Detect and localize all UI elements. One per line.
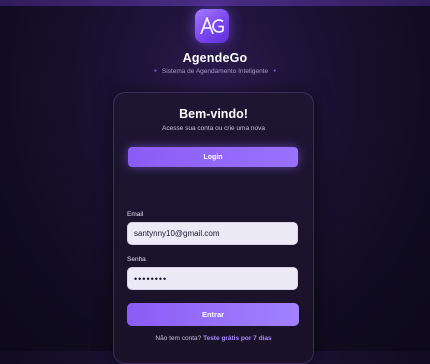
signup-text: Não tem conta? <box>155 335 202 342</box>
app-name: AgendeGo <box>182 51 248 65</box>
login-card: Bem-vindo! Acesse sua conta ou crie uma … <box>113 92 314 364</box>
password-field[interactable] <box>127 267 298 290</box>
password-label: Senha <box>127 256 146 263</box>
free-trial-link[interactable]: Teste grátis por 7 dias <box>203 335 272 342</box>
tab-login[interactable]: Login <box>128 147 298 167</box>
card-title: Bem-vindo! <box>179 107 248 121</box>
app-logo <box>195 9 229 43</box>
bullet-icon: ● <box>273 68 277 74</box>
tagline-text: Sistema de Agendamento Inteligente <box>161 68 269 75</box>
bullet-icon: ● <box>153 68 157 74</box>
app-tagline: ● Sistema de Agendamento Inteligente ● <box>0 68 430 75</box>
email-field[interactable] <box>127 222 298 245</box>
ag-logo-icon <box>200 17 224 35</box>
signup-prompt: Não tem conta? Teste grátis por 7 dias <box>114 335 313 342</box>
submit-button[interactable]: Entrar <box>127 303 299 326</box>
top-accent-line <box>0 0 430 6</box>
email-label: Email <box>127 211 144 218</box>
card-subtitle: Acesse sua conta ou crie uma nova <box>162 125 265 132</box>
